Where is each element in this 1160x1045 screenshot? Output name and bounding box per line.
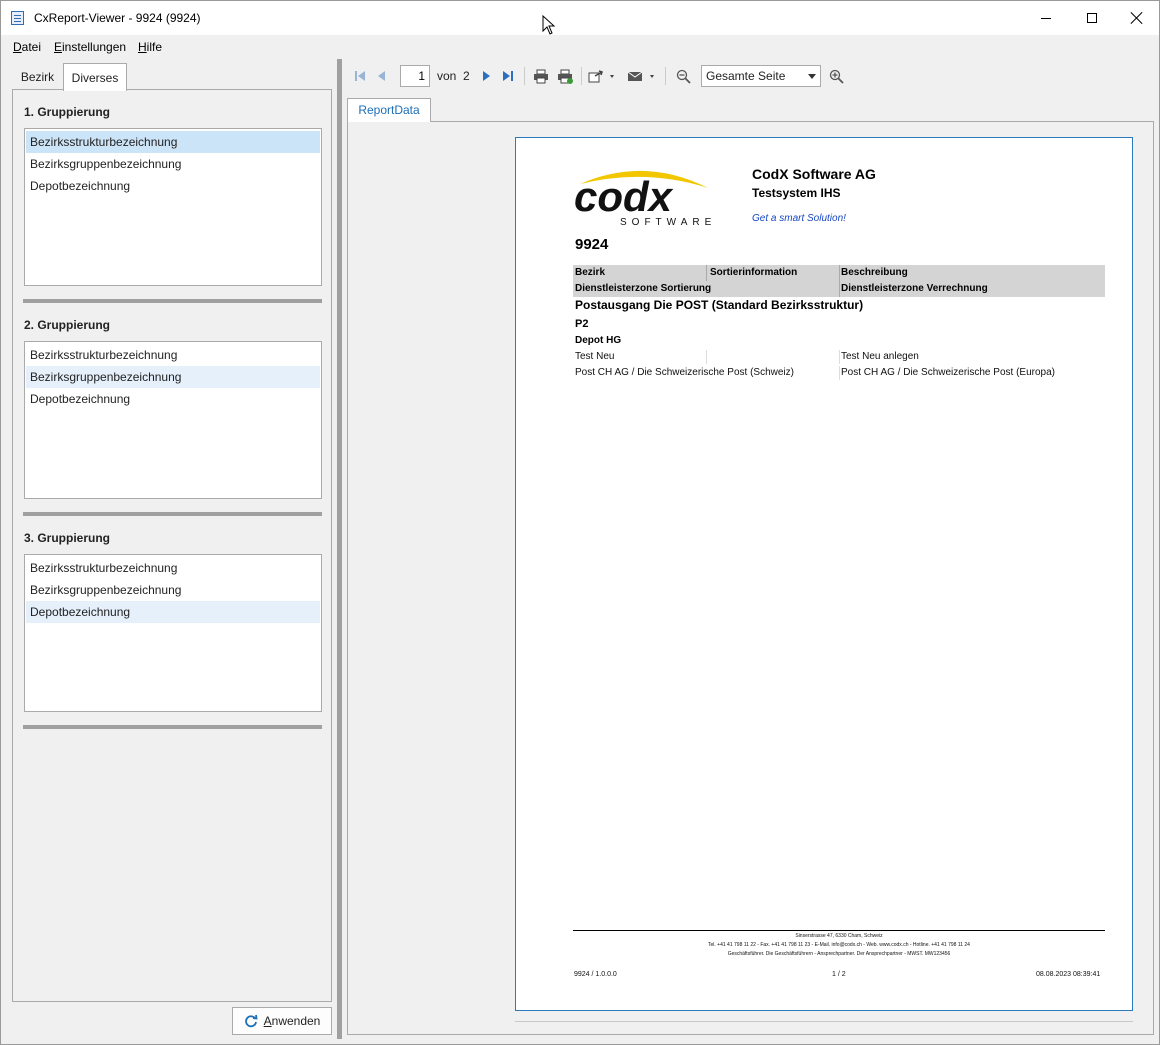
group-splitter[interactable] — [23, 512, 322, 516]
prev-page-button[interactable] — [373, 67, 391, 85]
menu-datei[interactable]: Datei — [13, 40, 41, 54]
zoom-select[interactable]: Gesamte Seite — [701, 65, 821, 87]
zoom-out-button[interactable] — [673, 67, 693, 85]
maximize-button[interactable] — [1069, 1, 1115, 35]
prev-page-icon — [378, 71, 385, 81]
header-sortierinformation: Sortierinformation — [710, 267, 798, 278]
first-page-button[interactable] — [351, 67, 369, 85]
list-item[interactable]: Bezirksstrukturbezeichnung — [26, 344, 320, 366]
footer-address: Sinserstrasse 47, 6330 Cham, Schweiz — [795, 933, 883, 939]
menu-einstellungen[interactable]: Einstellungen — [54, 40, 126, 54]
group-heading-3: Depot HG — [575, 335, 622, 346]
header-bezirk: Bezirk — [575, 267, 606, 278]
tab-diverses[interactable]: Diverses — [63, 63, 127, 91]
cell-bezirk: Test Neu — [575, 351, 615, 362]
mouse-cursor-icon — [542, 15, 556, 35]
minimize-icon — [1041, 17, 1051, 19]
group-2-title: 2. Gruppierung — [24, 318, 111, 332]
group-1-listbox[interactable]: Bezirksstrukturbezeichnung Bezirksgruppe… — [24, 128, 322, 286]
list-item[interactable]: Depotbezeichnung — [26, 601, 320, 623]
group-heading-2: P2 — [575, 318, 589, 330]
header-dz-sortierung: Dienstleisterzone Sortierung — [575, 283, 712, 294]
menu-bar: Datei Einstellungen Hilfe — [1, 37, 1159, 57]
quick-print-icon — [558, 69, 573, 84]
print-button[interactable] — [531, 67, 551, 85]
list-item[interactable]: Bezirksgruppenbezeichnung — [26, 153, 320, 175]
export-button[interactable] — [587, 67, 617, 85]
next-page-edge — [515, 1021, 1133, 1022]
list-item[interactable]: Bezirksstrukturbezeichnung — [26, 557, 320, 579]
footer-management: Geschäftsführer. Die Geschäftsführern - … — [727, 951, 951, 957]
group-heading-1: Postausgang Die POST (Standard Bezirksst… — [575, 298, 864, 312]
zoom-out-icon — [676, 69, 691, 84]
zoom-value: Gesamte Seite — [706, 69, 786, 83]
email-button[interactable] — [625, 67, 659, 85]
header-dz-verrechnung: Dienstleisterzone Verrechnung — [841, 283, 988, 294]
cell-beschreibung: Test Neu anlegen — [841, 351, 919, 362]
codx-logo: codx SOFTWARE — [574, 170, 716, 228]
list-item[interactable]: Depotbezeichnung — [26, 388, 320, 410]
zoom-in-button[interactable] — [826, 67, 846, 85]
maximize-icon — [1087, 13, 1097, 23]
next-page-button[interactable] — [477, 67, 495, 85]
group-1-title: 1. Gruppierung — [24, 105, 111, 119]
group-2-listbox[interactable]: Bezirksstrukturbezeichnung Bezirksgruppe… — [24, 341, 322, 499]
next-page-icon — [483, 71, 490, 81]
list-item[interactable]: Bezirksgruppenbezeichnung — [26, 366, 320, 388]
footer-contact: Tel. +41 41 798 11 22 - Fax. +41 41 798 … — [708, 942, 970, 948]
zoom-in-icon — [829, 69, 844, 84]
grouping-panel: 1. Gruppierung Bezirksstrukturbezeichnun… — [12, 89, 332, 1002]
app-window: CxReport-Viewer - 9924 (9924) Datei Eins… — [0, 0, 1160, 1045]
list-item[interactable]: Depotbezeichnung — [26, 175, 320, 197]
quick-print-button[interactable] — [555, 67, 575, 85]
window-title: CxReport-Viewer - 9924 (9924) — [34, 11, 201, 25]
viewer-toolbar: 1 von 2 Gesamte Seite — [347, 63, 1159, 89]
minimize-button[interactable] — [1023, 1, 1069, 35]
export-icon — [588, 70, 614, 83]
email-icon — [627, 71, 654, 81]
page-total: 2 — [463, 69, 470, 83]
slogan: Get a smart Solution! — [752, 213, 846, 224]
title-bar: CxReport-Viewer - 9924 (9924) — [1, 1, 1159, 35]
cell-dz-sortierung: Post CH AG / Die Schweizerische Post (Sc… — [575, 367, 794, 378]
vertical-splitter[interactable] — [337, 59, 342, 1039]
list-item[interactable]: Bezirksgruppenbezeichnung — [26, 579, 320, 601]
refresh-icon — [244, 1014, 258, 1028]
header-row-2: Dienstleisterzone Sortierung Dienstleist… — [573, 281, 1105, 297]
company-name: CodX Software AG — [752, 166, 876, 182]
menu-hilfe[interactable]: Hilfe — [138, 40, 162, 54]
footer-timestamp: 08.08.2023 08:39:41 — [1036, 971, 1101, 978]
last-page-icon — [503, 71, 513, 81]
report-page: codx SOFTWARE CodX Software AG Testsyste… — [515, 137, 1133, 1011]
cell-dz-verrechnung: Post CH AG / Die Schweizerische Post (Eu… — [841, 367, 1055, 378]
app-report-icon — [11, 11, 24, 25]
group-3-listbox[interactable]: Bezirksstrukturbezeichnung Bezirksgruppe… — [24, 554, 322, 712]
footer-version: 9924 / 1.0.0.0 — [574, 971, 617, 978]
report-title: 9924 — [575, 236, 609, 253]
svg-text:codx: codx — [574, 173, 674, 220]
system-name: Testsystem IHS — [752, 186, 841, 200]
tab-reportdata[interactable]: ReportData — [347, 98, 431, 122]
page-number-input[interactable]: 1 — [400, 65, 430, 87]
footer-divider — [573, 930, 1105, 931]
page-of-label: von — [437, 69, 457, 83]
header-row-1: Bezirk Sortierinformation Beschreibung — [573, 265, 1105, 281]
group-splitter[interactable] — [23, 299, 322, 303]
last-page-button[interactable] — [499, 67, 517, 85]
printer-icon — [534, 69, 548, 83]
close-icon — [1131, 12, 1143, 24]
tab-bezirk[interactable]: Bezirk — [12, 63, 63, 90]
header-beschreibung: Beschreibung — [841, 267, 908, 278]
close-button[interactable] — [1114, 1, 1159, 35]
apply-button[interactable]: Anwenden — [232, 1007, 332, 1035]
apply-label: Anwenden — [263, 1014, 321, 1028]
chevron-down-icon — [808, 74, 816, 79]
group-splitter[interactable] — [23, 725, 322, 729]
footer-page: 1 / 2 — [832, 971, 846, 978]
group-3-title: 3. Gruppierung — [24, 531, 111, 545]
list-item[interactable]: Bezirksstrukturbezeichnung — [26, 131, 320, 153]
svg-text:SOFTWARE: SOFTWARE — [620, 217, 716, 228]
first-page-icon — [355, 71, 365, 81]
